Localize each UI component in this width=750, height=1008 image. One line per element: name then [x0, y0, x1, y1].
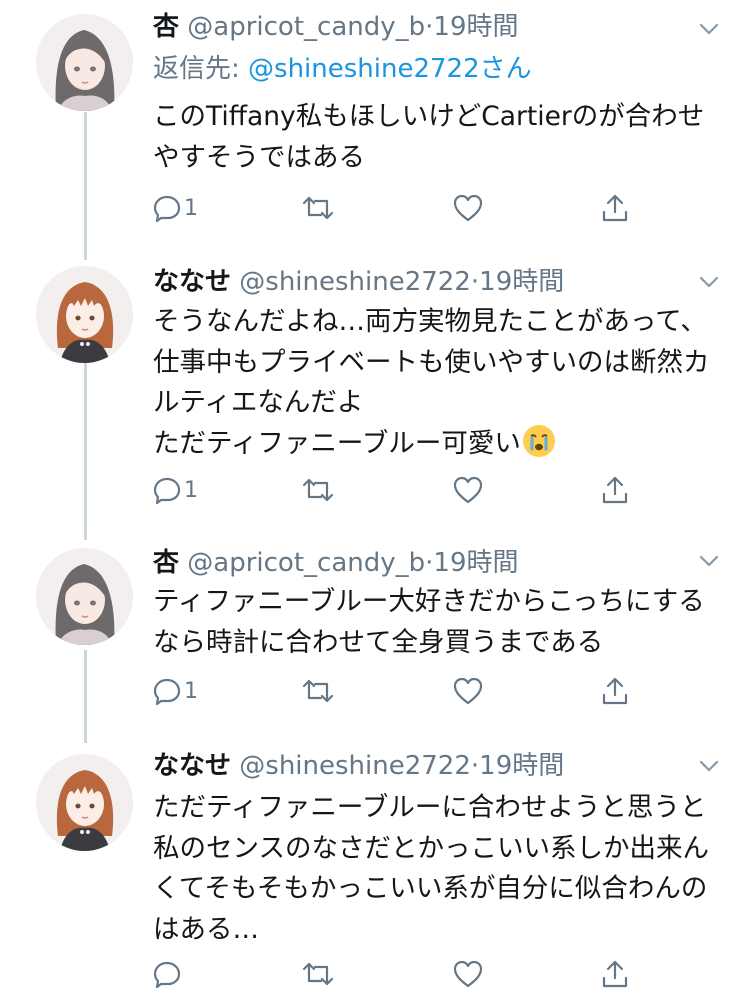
heart-icon [453, 476, 483, 504]
avatar[interactable] [36, 14, 133, 111]
display-name[interactable]: ななせ [153, 751, 231, 781]
user-handle[interactable]: @apricot_candy_b [187, 12, 425, 42]
avatar[interactable] [36, 754, 133, 851]
tweet-actions: 1 [150, 188, 650, 228]
timestamp[interactable]: ·19時間 [471, 751, 564, 781]
reply-button[interactable]: 1 [152, 188, 198, 228]
display-name[interactable]: 杏 [153, 12, 179, 42]
tweet[interactable]: 杏 @apricot_candy_b·19時間 返信先: @shineshine… [0, 0, 750, 250]
tweet-actions: 1 [150, 671, 650, 711]
tweet-text-content: そうなんだよね…両方実物見たことがあって、仕事中もプライベートも使いやすいのは断… [153, 306, 710, 459]
reply-icon [153, 678, 181, 706]
timestamp[interactable]: ·19時間 [471, 267, 564, 297]
reply-icon [153, 477, 181, 505]
gray-hair-girl-avatar-icon [36, 14, 133, 111]
timestamp[interactable]: ·19時間 [425, 548, 518, 578]
tweet[interactable]: ななせ @shineshine2722·19時間 ただティファニーブルーに合わせ… [0, 740, 750, 1008]
retweet-button[interactable] [300, 954, 336, 994]
retweet-button[interactable] [300, 671, 336, 711]
brown-hair-girl-avatar-icon [36, 754, 133, 851]
tweet[interactable]: 杏 @apricot_candy_b·19時間 ティファニーブルー大好きだからこ… [0, 540, 750, 740]
share-icon [602, 677, 628, 705]
reply-button[interactable]: 1 [152, 470, 198, 510]
chevron-down-icon[interactable] [696, 269, 722, 295]
tweet-text: そうなんだよね…両方実物見たことがあって、仕事中もプライベートも使いやすいのは断… [153, 302, 718, 464]
reply-button[interactable] [152, 954, 184, 994]
share-icon [602, 960, 628, 988]
reply-icon [153, 961, 181, 989]
crying-face-emoji-icon [522, 424, 555, 457]
retweet-icon [302, 196, 334, 220]
replying-to: 返信先: @shineshine2722さん [153, 49, 532, 89]
chevron-down-icon[interactable] [696, 548, 722, 574]
retweet-button[interactable] [300, 188, 336, 228]
gray-hair-girl-avatar-icon [36, 548, 133, 645]
retweet-button[interactable] [300, 470, 336, 510]
display-name[interactable]: ななせ [153, 267, 231, 297]
like-button[interactable] [452, 954, 484, 994]
share-button[interactable] [600, 470, 630, 510]
tweet-header: ななせ @shineshine2722·19時間 [153, 262, 564, 302]
user-handle[interactable]: @shineshine2722 [239, 267, 471, 297]
tweet-header: 杏 @apricot_candy_b·19時間 [153, 543, 519, 583]
tweet-actions [150, 954, 650, 994]
reply-prefix: 返信先: [153, 54, 249, 84]
reply-handle-link[interactable]: @shineshine2722さん [248, 54, 532, 84]
share-button[interactable] [600, 671, 630, 711]
reply-count: 1 [184, 195, 198, 221]
like-button[interactable] [452, 671, 484, 711]
chevron-down-icon[interactable] [696, 753, 722, 779]
timestamp[interactable]: ·19時間 [425, 12, 518, 42]
heart-icon [453, 960, 483, 988]
share-button[interactable] [600, 954, 630, 994]
share-button[interactable] [600, 188, 630, 228]
reply-button[interactable]: 1 [152, 671, 198, 711]
heart-icon [453, 677, 483, 705]
brown-hair-girl-avatar-icon [36, 266, 133, 363]
tweet-text: ただティファニーブルーに合わせようと思うと私のセンスのなさだとかっこいい系しか出… [153, 792, 709, 945]
user-handle[interactable]: @shineshine2722 [239, 751, 471, 781]
tweet-text: このTiffany私もほしいけどCartierのが合わせやすそうではある [153, 101, 705, 173]
avatar[interactable] [36, 266, 133, 363]
tweet-header: 杏 @apricot_candy_b·19時間 [153, 7, 519, 47]
reply-count: 1 [184, 678, 198, 704]
chevron-down-icon[interactable] [696, 16, 722, 42]
reply-icon [153, 195, 181, 223]
reply-count: 1 [184, 477, 198, 503]
share-icon [602, 194, 628, 222]
tweet-text: ティファニーブルー大好きだからこっちにするなら時計に合わせて全身買うまである [153, 586, 705, 658]
share-icon [602, 476, 628, 504]
avatar[interactable] [36, 548, 133, 645]
retweet-icon [302, 478, 334, 502]
tweet-actions: 1 [150, 470, 650, 510]
user-handle[interactable]: @apricot_candy_b [187, 548, 425, 578]
like-button[interactable] [452, 188, 484, 228]
like-button[interactable] [452, 470, 484, 510]
display-name[interactable]: 杏 [153, 548, 179, 578]
tweet-header: ななせ @shineshine2722·19時間 [153, 746, 564, 786]
heart-icon [453, 194, 483, 222]
tweet[interactable]: ななせ @shineshine2722·19時間 そうなんだよね…両方実物見たこ… [0, 250, 750, 540]
retweet-icon [302, 962, 334, 986]
retweet-icon [302, 679, 334, 703]
